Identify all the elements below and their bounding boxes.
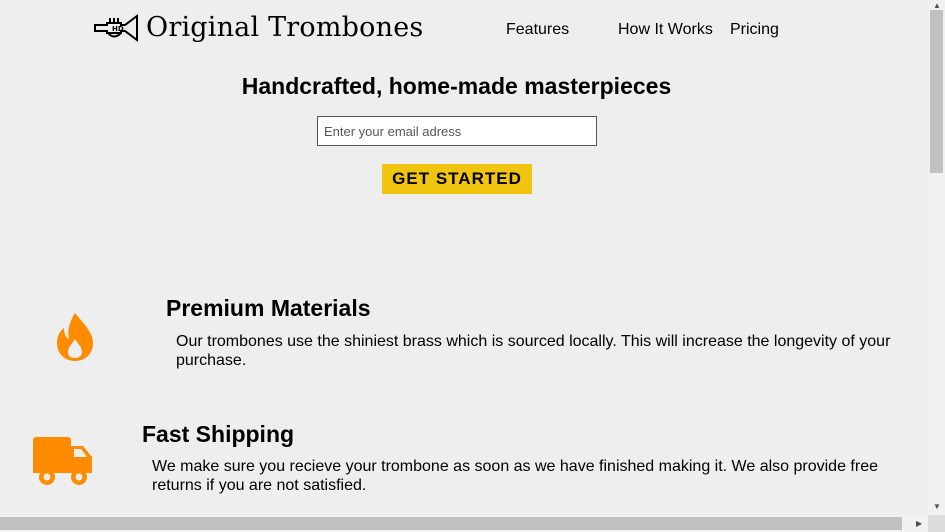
brand-logo[interactable]: HD Original Trombones (94, 12, 423, 43)
trumpet-icon: HD (94, 13, 138, 42)
brand-name: Original Trombones (146, 12, 424, 43)
vertical-scrollbar-thumb[interactable] (930, 10, 943, 173)
scroll-right-arrow-icon[interactable]: ▶ (916, 520, 922, 528)
svg-text:HD: HD (112, 25, 124, 33)
nav-link-features[interactable]: Features (506, 21, 569, 39)
feature-title: Premium Materials (166, 295, 371, 321)
feature-description: We make sure you recieve your trombone a… (152, 458, 878, 494)
email-input[interactable] (317, 116, 597, 146)
nav-link-pricing[interactable]: Pricing (730, 21, 779, 39)
horizontal-scrollbar-thumb[interactable] (0, 517, 902, 530)
page-header: HD Original Trombones Features How It Wo… (0, 0, 928, 62)
scroll-up-arrow-icon[interactable]: ▲ (933, 2, 941, 10)
hero-title: Handcrafted, home-made masterpieces (241, 73, 672, 99)
get-started-button[interactable]: GET STARTED (382, 164, 532, 194)
scroll-down-arrow-icon[interactable]: ▼ (933, 503, 941, 511)
fire-icon (55, 312, 95, 367)
nav-link-how-it-works[interactable]: How It Works (618, 21, 713, 39)
truck-icon (33, 437, 94, 492)
scrollbar-corner (928, 515, 945, 532)
feature-title: Fast Shipping (142, 421, 295, 447)
feature-description: Our trombones use the shiniest brass whi… (176, 333, 891, 369)
